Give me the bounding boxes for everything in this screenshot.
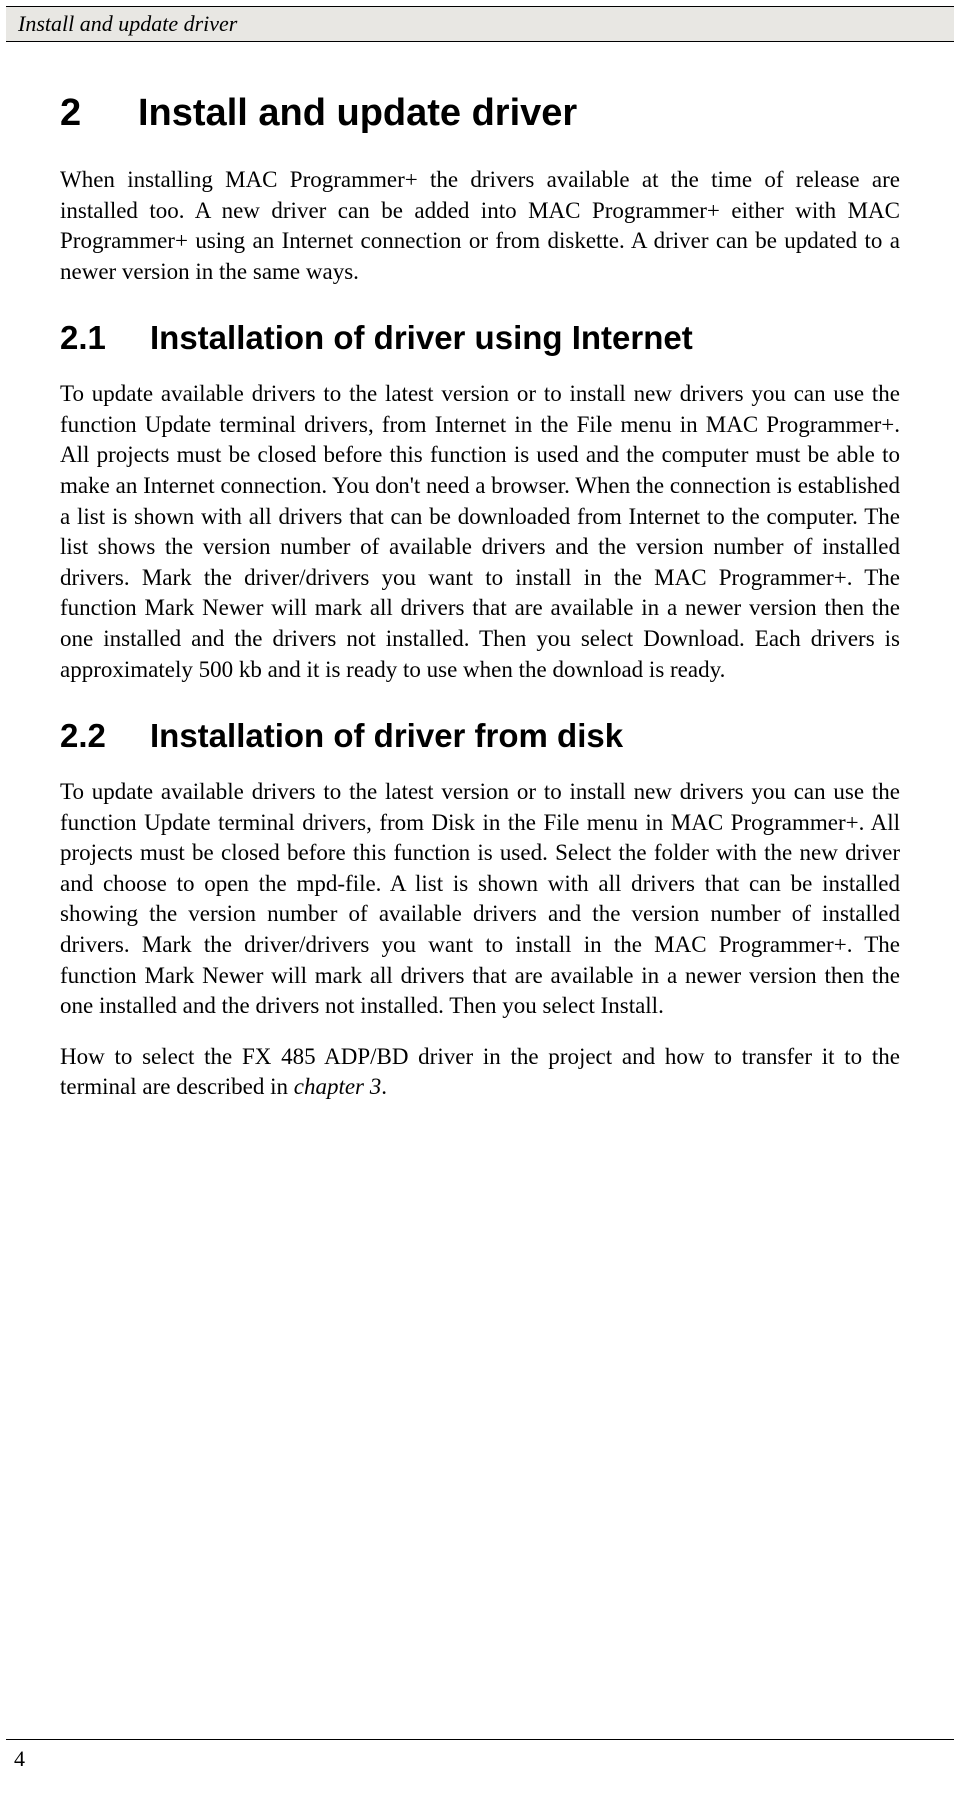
page-header: Install and update driver: [6, 6, 954, 42]
note-prefix: How to select the FX 485 ADP/BD driver i…: [60, 1044, 900, 1100]
section-heading-2: 2.2Installation of driver from disk: [60, 717, 900, 755]
chapter-title: Install and update driver: [138, 92, 577, 134]
section-heading-1: 2.1Installation of driver using Internet: [60, 319, 900, 357]
chapter-number: 2: [60, 92, 138, 135]
note-suffix: .: [381, 1074, 387, 1099]
section-number: 2.1: [60, 319, 150, 357]
section-title: Installation of driver using Internet: [150, 319, 693, 356]
page-number: 4: [6, 1746, 25, 1771]
section-number: 2.2: [60, 717, 150, 755]
page-content: 2Install and update driver When installi…: [0, 42, 960, 1103]
header-title: Install and update driver: [18, 11, 237, 36]
chapter-heading: 2Install and update driver: [60, 92, 900, 135]
page-footer: 4: [6, 1739, 954, 1772]
section-2-body: To update available drivers to the lates…: [60, 777, 900, 1022]
chapter-reference: chapter 3: [294, 1074, 382, 1099]
section-1-body: To update available drivers to the lates…: [60, 379, 900, 685]
section-2-note: How to select the FX 485 ADP/BD driver i…: [60, 1042, 900, 1103]
section-title: Installation of driver from disk: [150, 717, 623, 754]
intro-paragraph: When installing MAC Programmer+ the driv…: [60, 165, 900, 287]
